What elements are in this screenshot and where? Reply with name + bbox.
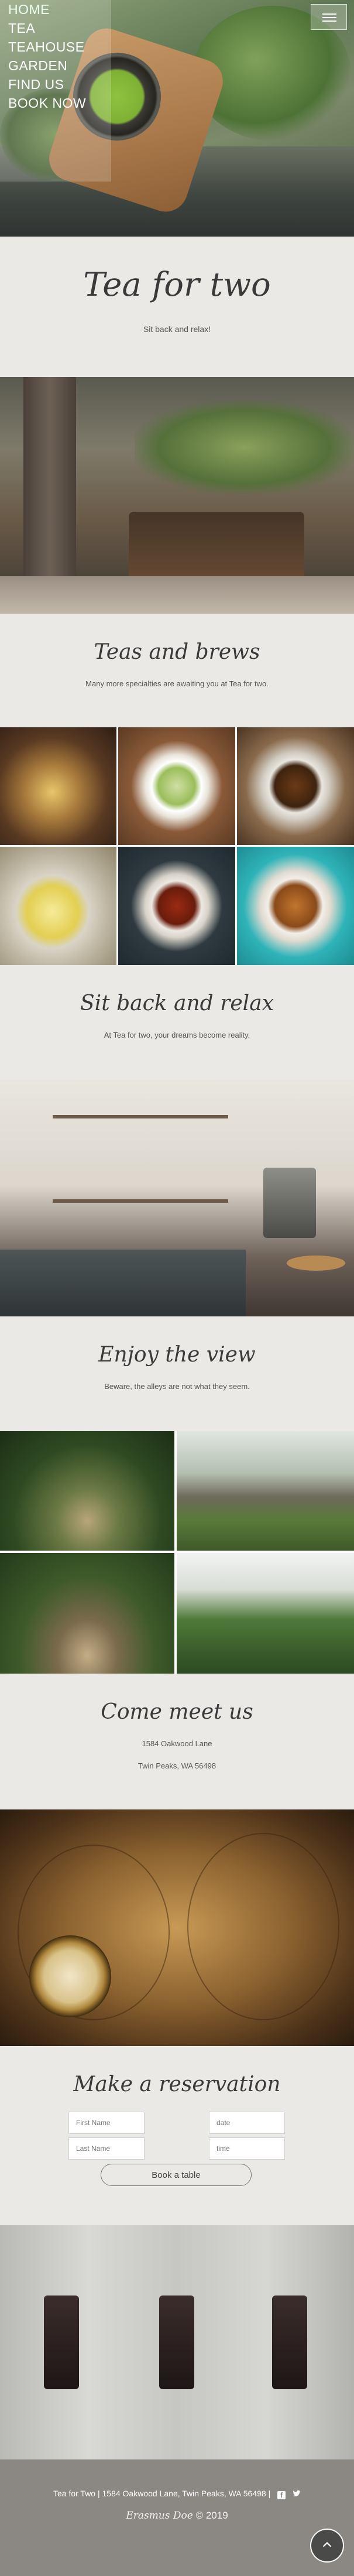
patio-greenery bbox=[135, 401, 354, 494]
antique-map-compass-photo bbox=[0, 1809, 354, 2046]
tea-photo-teal-cup[interactable] bbox=[237, 847, 354, 965]
cafe-stool bbox=[287, 1255, 345, 1271]
view-title: Enjoy the view bbox=[98, 1343, 256, 1367]
patio-tables bbox=[129, 512, 304, 582]
relax-subtitle: At Tea for two, your dreams become reali… bbox=[104, 1031, 250, 1039]
tea-gallery bbox=[0, 727, 354, 965]
nav-item-find-us[interactable]: FIND US bbox=[0, 75, 111, 94]
teahouse-patio-photo bbox=[0, 377, 354, 614]
facebook-icon[interactable]: f bbox=[277, 2491, 286, 2499]
footer-signature: Erasmus Doe © 2019 bbox=[0, 2510, 354, 2522]
last-name-field[interactable] bbox=[68, 2137, 145, 2160]
compass bbox=[29, 1935, 111, 2017]
reservation-title: Make a reservation bbox=[73, 2072, 281, 2096]
teas-title: Teas and brews bbox=[94, 640, 260, 664]
payphone-center bbox=[159, 2296, 194, 2389]
teas-subtitle: Many more specialties are awaiting you a… bbox=[85, 679, 269, 688]
contact-street: 1584 Oakwood Lane bbox=[142, 1739, 212, 1748]
cafe-espresso-machine bbox=[263, 1168, 316, 1238]
view-section: Enjoy the view Beware, the alleys are no… bbox=[0, 1316, 354, 1431]
garden-photo-arbor[interactable] bbox=[0, 1431, 174, 1551]
relax-title: Sit back and relax bbox=[80, 991, 274, 1015]
cafe-counter bbox=[0, 1250, 246, 1316]
contact-city: Twin Peaks, WA 56498 bbox=[138, 1761, 216, 1770]
book-table-button[interactable]: Book a table bbox=[101, 2164, 252, 2186]
intro-subtitle: Sit back and relax! bbox=[143, 324, 211, 334]
garden-photo-path[interactable] bbox=[0, 1553, 174, 1674]
nav-item-garden[interactable]: GARDEN bbox=[0, 56, 111, 75]
tea-photo-dark-cup[interactable] bbox=[237, 727, 354, 845]
garden-photo-pond[interactable] bbox=[177, 1553, 354, 1674]
hamburger-icon bbox=[322, 13, 336, 15]
payphones-photo bbox=[0, 2225, 354, 2459]
menu-button[interactable] bbox=[311, 4, 347, 30]
first-name-field[interactable] bbox=[68, 2112, 145, 2134]
nav-item-book-now[interactable]: BOOK NOW bbox=[0, 94, 111, 112]
payphone-left bbox=[44, 2296, 79, 2389]
tea-photo-red-tea[interactable] bbox=[118, 847, 235, 965]
footer-info: Tea for Two | 1584 Oakwood Lane, Twin Pe… bbox=[0, 2489, 354, 2499]
cafe-interior-photo bbox=[0, 1080, 354, 1316]
map-globe-right bbox=[187, 1833, 339, 2020]
intro-title: Tea for two bbox=[83, 266, 271, 304]
view-subtitle: Beware, the alleys are not what they see… bbox=[104, 1382, 250, 1391]
nav-item-teahouse[interactable]: TEAHOUSE bbox=[0, 37, 111, 56]
nav-item-tea[interactable]: TEA bbox=[0, 19, 111, 37]
scroll-to-top-button[interactable] bbox=[310, 2529, 344, 2563]
main-nav: HOME TEA TEAHOUSE GARDEN FIND US BOOK NO… bbox=[0, 0, 111, 112]
teas-section: Teas and brews Many more specialties are… bbox=[0, 614, 354, 727]
date-field[interactable] bbox=[209, 2112, 285, 2134]
contact-title: Come meet us bbox=[101, 1700, 253, 1724]
tea-photo-latte-art[interactable] bbox=[118, 727, 235, 845]
hamburger-icon-bar bbox=[322, 20, 336, 22]
garden-gallery bbox=[0, 1431, 354, 1674]
chevron-up-icon bbox=[322, 2541, 332, 2547]
footer-author: Erasmus Doe bbox=[126, 2510, 193, 2522]
relax-section: Sit back and relax At Tea for two, your … bbox=[0, 965, 354, 1080]
intro-section: Tea for two Sit back and relax! bbox=[0, 237, 354, 377]
patio-floor bbox=[0, 576, 354, 614]
hero-section: HOME TEA TEAHOUSE GARDEN FIND US BOOK NO… bbox=[0, 0, 354, 237]
time-field[interactable] bbox=[209, 2137, 285, 2160]
nav-item-home[interactable]: HOME bbox=[0, 0, 111, 19]
garden-photo-teahouse[interactable] bbox=[177, 1431, 354, 1551]
footer-text: Tea for Two | 1584 Oakwood Lane, Twin Pe… bbox=[53, 2489, 271, 2498]
reservation-section: Make a reservation bbox=[0, 2046, 354, 2225]
payphone-right bbox=[272, 2296, 307, 2389]
cafe-shelves bbox=[53, 1115, 228, 1203]
tea-photo-lemon-cup[interactable] bbox=[0, 727, 116, 845]
footer-year: © 2019 bbox=[195, 2510, 228, 2521]
twitter-icon[interactable] bbox=[293, 2489, 301, 2498]
contact-section: Come meet us 1584 Oakwood Lane Twin Peak… bbox=[0, 1674, 354, 1809]
hamburger-icon-bar bbox=[322, 17, 336, 18]
footer: Tea for Two | 1584 Oakwood Lane, Twin Pe… bbox=[0, 2459, 354, 2576]
tea-photo-lemon-slice[interactable] bbox=[0, 847, 116, 965]
